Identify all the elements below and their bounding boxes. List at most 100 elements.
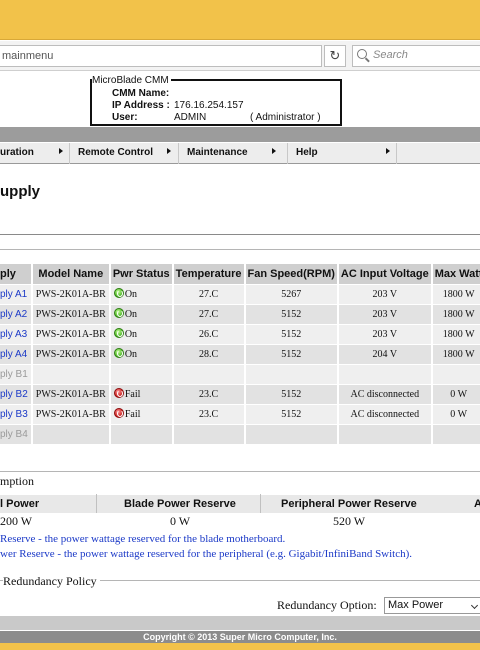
temperature-cell: 27.C bbox=[172, 303, 246, 324]
column-header: Fan Speed(RPM) bbox=[244, 264, 339, 284]
status-cell: Fail bbox=[109, 383, 174, 404]
max-watt-cell bbox=[431, 363, 480, 384]
menu-separator bbox=[396, 143, 397, 164]
table-row: ply A4 PWS-2K01A-BR On 28.C 5152 204 V 1800 W bbox=[0, 343, 480, 364]
table-row: ply B1 bbox=[0, 363, 480, 384]
menu-separator bbox=[178, 143, 179, 164]
power-status-text: On bbox=[124, 289, 138, 300]
status-ok-icon bbox=[113, 288, 124, 298]
status-cell bbox=[109, 363, 174, 384]
max-watt-cell: 0 W bbox=[431, 383, 480, 404]
status-cell: On bbox=[109, 323, 174, 344]
temperature-cell: 27.C bbox=[172, 283, 246, 304]
fan-speed-cell: 5152 bbox=[244, 323, 339, 344]
max-watt-cell: 1800 W bbox=[431, 283, 480, 304]
power-supply-table: ply Model Name Pwr Status Temperature Fa… bbox=[0, 264, 480, 444]
redundancy-option-select[interactable]: Max Power bbox=[384, 597, 480, 614]
reload-button[interactable]: ↻ bbox=[324, 45, 346, 67]
temperature-cell: 23.C bbox=[172, 383, 246, 404]
chevron-right-icon bbox=[386, 148, 390, 154]
chevron-down-icon bbox=[470, 601, 479, 610]
model-cell bbox=[31, 363, 111, 384]
table-row: ply B4 bbox=[0, 423, 480, 444]
power-header-row: l Power Blade Power Reserve Peripheral P… bbox=[0, 495, 480, 513]
search-placeholder: Search bbox=[373, 49, 408, 61]
blade-reserve-value: 0 W bbox=[170, 514, 191, 528]
peripheral-reserve-value: 520 W bbox=[333, 514, 366, 528]
menu-remote-control[interactable]: Remote Control bbox=[78, 147, 153, 158]
max-watt-cell: 1800 W bbox=[431, 343, 480, 364]
status-fail-icon bbox=[113, 388, 124, 398]
user-value: ADMIN bbox=[174, 112, 207, 123]
model-cell: PWS-2K01A-BR bbox=[31, 303, 111, 324]
temperature-cell bbox=[172, 363, 246, 384]
table-row: ply A1 PWS-2K01A-BR On 27.C 5267 203 V 1800 W bbox=[0, 283, 480, 304]
consumption-divider bbox=[0, 471, 480, 472]
ac-voltage-cell: 204 V bbox=[337, 343, 433, 364]
search-field[interactable]: Search bbox=[352, 45, 480, 67]
power-status-text: On bbox=[124, 309, 138, 320]
model-cell: PWS-2K01A-BR bbox=[31, 343, 111, 364]
model-cell: PWS-2K01A-BR bbox=[31, 323, 111, 344]
model-cell: PWS-2K01A-BR bbox=[31, 383, 111, 404]
url-field[interactable]: mainmenu bbox=[0, 45, 322, 67]
status-ok-icon bbox=[113, 348, 124, 358]
psu-name-link[interactable]: ply B1 bbox=[0, 369, 28, 380]
cmm-info-box: MicroBlade CMM CMM Name: IP Address : 176… bbox=[90, 75, 342, 126]
model-cell: PWS-2K01A-BR bbox=[31, 403, 111, 424]
main-menu-bar: uration Remote Control Maintenance Help bbox=[0, 143, 480, 164]
model-cell bbox=[31, 423, 111, 444]
fan-speed-cell bbox=[244, 363, 339, 384]
table-header-row: ply Model Name Pwr Status Temperature Fa… bbox=[0, 264, 480, 284]
temperature-cell: 26.C bbox=[172, 323, 246, 344]
menu-separator bbox=[69, 143, 70, 164]
peripheral-reserve-note: wer Reserve - the power wattage reserved… bbox=[0, 548, 413, 560]
column-header: ply bbox=[0, 264, 33, 284]
max-watt-cell bbox=[431, 423, 480, 444]
table-row: ply B2 PWS-2K01A-BR Fail 23.C 5152 AC disconn… bbox=[0, 383, 480, 404]
redundancy-section-label: Redundancy Policy bbox=[3, 574, 100, 589]
copyright-footer: Copyright © 2013 Super Micro Computer, I… bbox=[0, 631, 480, 643]
psu-name-link[interactable]: ply A2 bbox=[0, 309, 27, 320]
bottom-bar bbox=[0, 643, 480, 650]
chevron-right-icon bbox=[59, 148, 63, 154]
ip-address-value: 176.16.254.157 bbox=[174, 100, 244, 111]
footer-divider-band bbox=[0, 616, 480, 630]
power-status-text: On bbox=[124, 329, 138, 340]
extra-column-label: A bbox=[474, 498, 480, 510]
column-header: Pwr Status bbox=[109, 264, 174, 284]
menu-configuration[interactable]: uration bbox=[0, 147, 34, 158]
chevron-right-icon bbox=[272, 148, 276, 154]
power-status-text: On bbox=[124, 349, 138, 360]
blade-reserve-label: Blade Power Reserve bbox=[124, 498, 236, 510]
user-role: ( Administrator ) bbox=[250, 112, 321, 123]
ac-voltage-cell: 203 V bbox=[337, 323, 433, 344]
power-status-text: Fail bbox=[124, 389, 141, 400]
psu-name-link[interactable]: ply A1 bbox=[0, 289, 27, 300]
psu-name-link[interactable]: ply B2 bbox=[0, 389, 28, 400]
psu-name-link[interactable]: ply B3 bbox=[0, 409, 28, 420]
fan-speed-cell: 5152 bbox=[244, 403, 339, 424]
column-header: AC Input Voltage bbox=[337, 264, 433, 284]
fan-speed-cell: 5152 bbox=[244, 383, 339, 404]
page-title: upply bbox=[0, 183, 40, 200]
ac-voltage-cell: AC disconnected bbox=[337, 383, 433, 404]
column-header: Max Watt bbox=[431, 264, 480, 284]
ip-address-label: IP Address : bbox=[112, 100, 170, 111]
menu-help[interactable]: Help bbox=[296, 147, 318, 158]
ac-voltage-cell bbox=[337, 423, 433, 444]
header-divider-band bbox=[0, 127, 480, 142]
status-fail-icon bbox=[113, 408, 124, 418]
psu-name-link[interactable]: ply A4 bbox=[0, 349, 27, 360]
menu-maintenance[interactable]: Maintenance bbox=[187, 147, 248, 158]
psu-name-link[interactable]: ply A3 bbox=[0, 329, 27, 340]
fan-speed-cell: 5152 bbox=[244, 303, 339, 324]
table-row: ply B3 PWS-2K01A-BR Fail 23.C 5152 AC disconn… bbox=[0, 403, 480, 424]
temperature-cell bbox=[172, 423, 246, 444]
psu-name-link[interactable]: ply B4 bbox=[0, 429, 28, 440]
section-divider bbox=[0, 249, 480, 250]
reload-icon: ↻ bbox=[329, 48, 341, 63]
peripheral-reserve-label: Peripheral Power Reserve bbox=[281, 498, 417, 510]
fan-speed-cell: 5152 bbox=[244, 343, 339, 364]
ip-address-row: IP Address : 176.16.254.157 bbox=[112, 100, 244, 111]
